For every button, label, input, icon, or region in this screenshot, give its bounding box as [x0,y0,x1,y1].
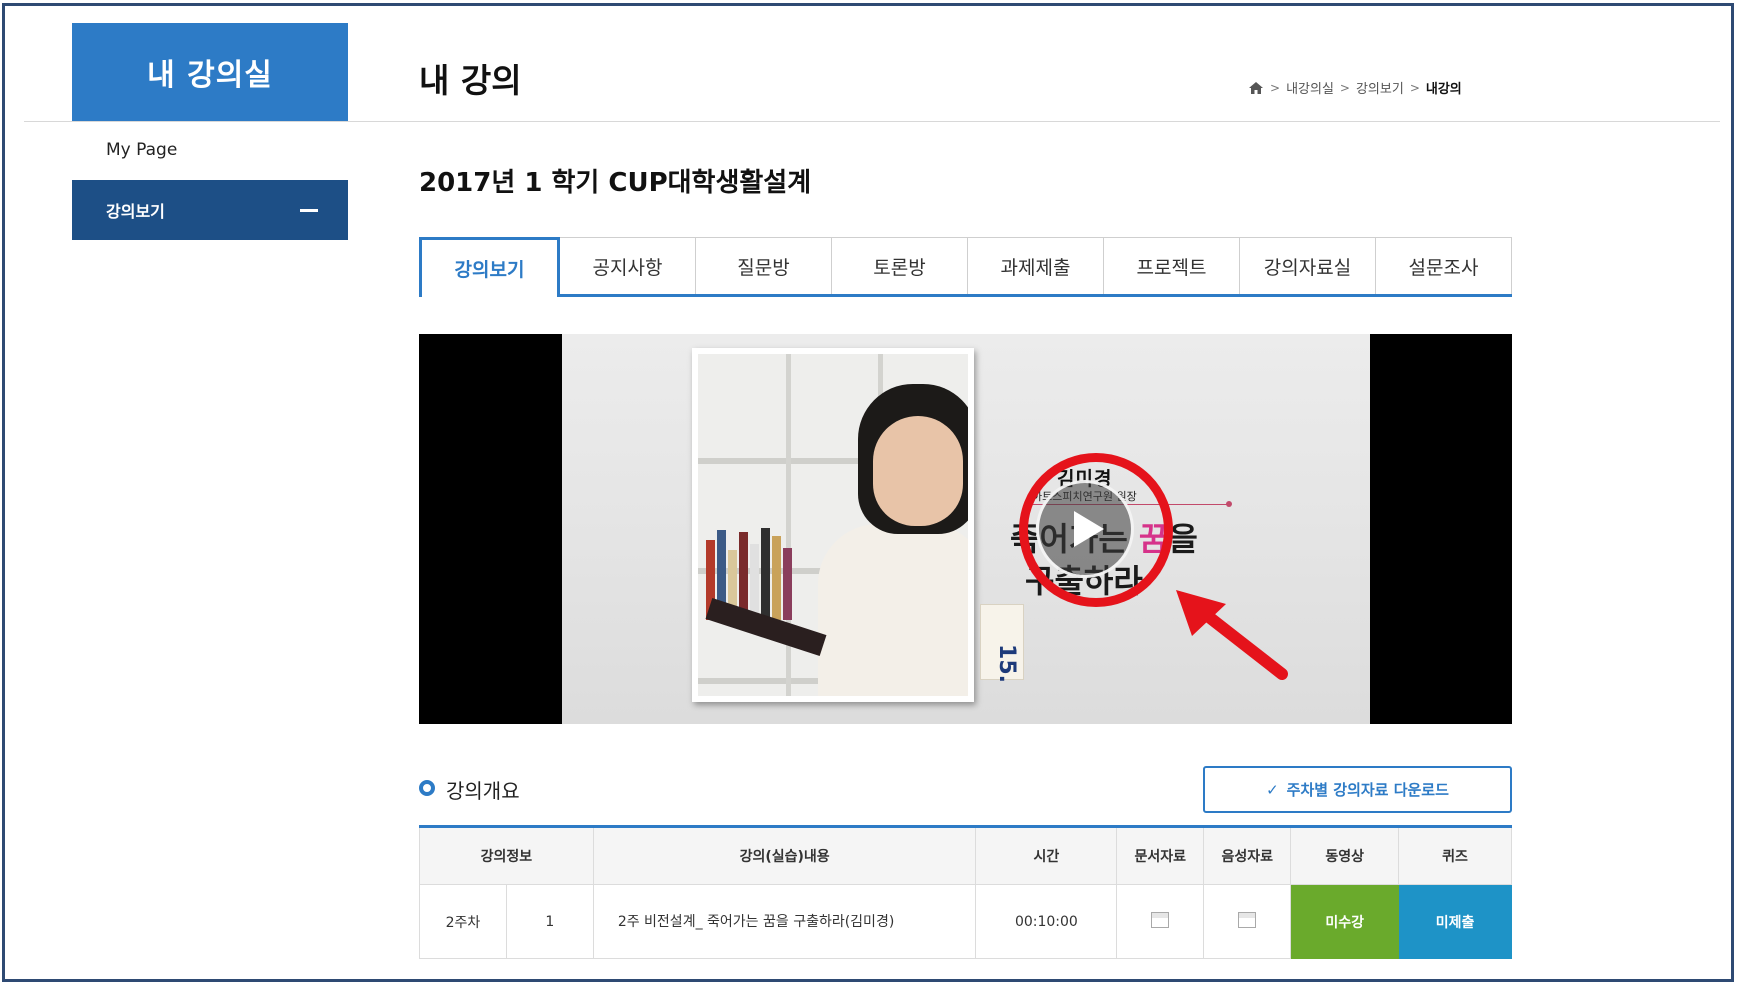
sidebar-item-label: 강의보기 [106,202,165,221]
overview-title: 강의개요 [446,779,520,803]
lecture-table: 강의정보 강의(실습)내용 시간 문서자료 음성자료 동영상 퀴즈 2주차 1 … [419,825,1512,959]
time-cell: 00:10:00 [975,884,1118,959]
week-cell: 2주차 [419,884,507,959]
column-header: 동영상 [1290,825,1400,885]
column-header: 음성자료 [1203,825,1292,885]
video-status-button[interactable]: 미수강 [1290,884,1400,959]
audio-cell [1203,884,1292,959]
number-cell: 1 [505,884,594,959]
tab-project[interactable]: 프로젝트 [1104,237,1240,294]
tab-lecture-view[interactable]: 강의보기 [419,237,560,297]
annotation-arrow-icon [1176,590,1288,680]
tab-discussion[interactable]: 토론방 [832,237,968,294]
tab-materials[interactable]: 강의자료실 [1240,237,1376,294]
document-icon[interactable] [1151,911,1170,928]
sidebar-item-lecture-view[interactable]: 강의보기 [72,180,348,240]
annotation-circle [1019,453,1173,607]
tab-survey[interactable]: 설문조사 [1376,237,1512,294]
page-title: 내 강의 [419,61,522,100]
breadcrumb-item[interactable]: 내강의실 [1286,78,1334,97]
collapse-minus-icon[interactable] [300,208,318,212]
table-header-row: 강의정보 강의(실습)내용 시간 문서자료 음성자료 동영상 퀴즈 [419,825,1512,885]
speaker-photo [692,348,974,702]
course-tabs: 강의보기 공지사항 질문방 토론방 과제제출 프로젝트 강의자료실 설문조사 [419,237,1512,297]
course-title: 2017년 1 학기 CUP대학생활설계 [419,168,812,198]
column-header: 강의정보 [419,825,594,885]
tab-notice[interactable]: 공지사항 [560,237,696,294]
column-header: 강의(실습)내용 [592,825,977,885]
tab-assignment[interactable]: 과제제출 [968,237,1104,294]
sidebar-item-my-page[interactable]: My Page [106,140,177,160]
chevron-right-icon: > [1270,80,1281,95]
download-materials-button[interactable]: ✓ 주차별 강의자료 다운로드 [1203,766,1512,813]
tab-questions[interactable]: 질문방 [696,237,832,294]
home-icon[interactable] [1248,81,1264,95]
breadcrumb-current: 내강의 [1425,82,1462,97]
bullet-circle-icon [419,780,435,796]
video-thumbnail: 김미경 아트스피치연구원 원장 죽어가는 꿈을 구출하라 15. [562,334,1370,724]
breadcrumb: > 내강의실 > 강의보기 > 내강의 [1248,78,1462,97]
sidebar-title: 내 강의실 [72,23,348,121]
check-icon: ✓ [1266,780,1279,799]
column-header: 시간 [975,825,1118,885]
chevron-right-icon: > [1339,80,1350,95]
chevron-right-icon: > [1409,80,1420,95]
table-row: 2주차 1 2주 비전설계_ 죽어가는 꿈을 구출하라(김미경) 00:10:0… [419,884,1512,959]
document-cell [1116,884,1205,959]
audio-file-icon[interactable] [1238,911,1257,928]
quiz-status-button[interactable]: 미제출 [1398,884,1512,959]
column-header: 퀴즈 [1398,825,1512,885]
header-divider [24,121,1720,122]
content-cell: 2주 비전설계_ 죽어가는 꿈을 구출하라(김미경) [592,884,977,959]
column-header: 문서자료 [1116,825,1205,885]
book-badge: 15. [980,604,1024,683]
video-player[interactable]: 김미경 아트스피치연구원 원장 죽어가는 꿈을 구출하라 15. [419,334,1512,724]
decor-dot [1226,501,1232,507]
download-label: 주차별 강의자료 다운로드 [1286,781,1449,799]
breadcrumb-item[interactable]: 강의보기 [1356,78,1404,97]
